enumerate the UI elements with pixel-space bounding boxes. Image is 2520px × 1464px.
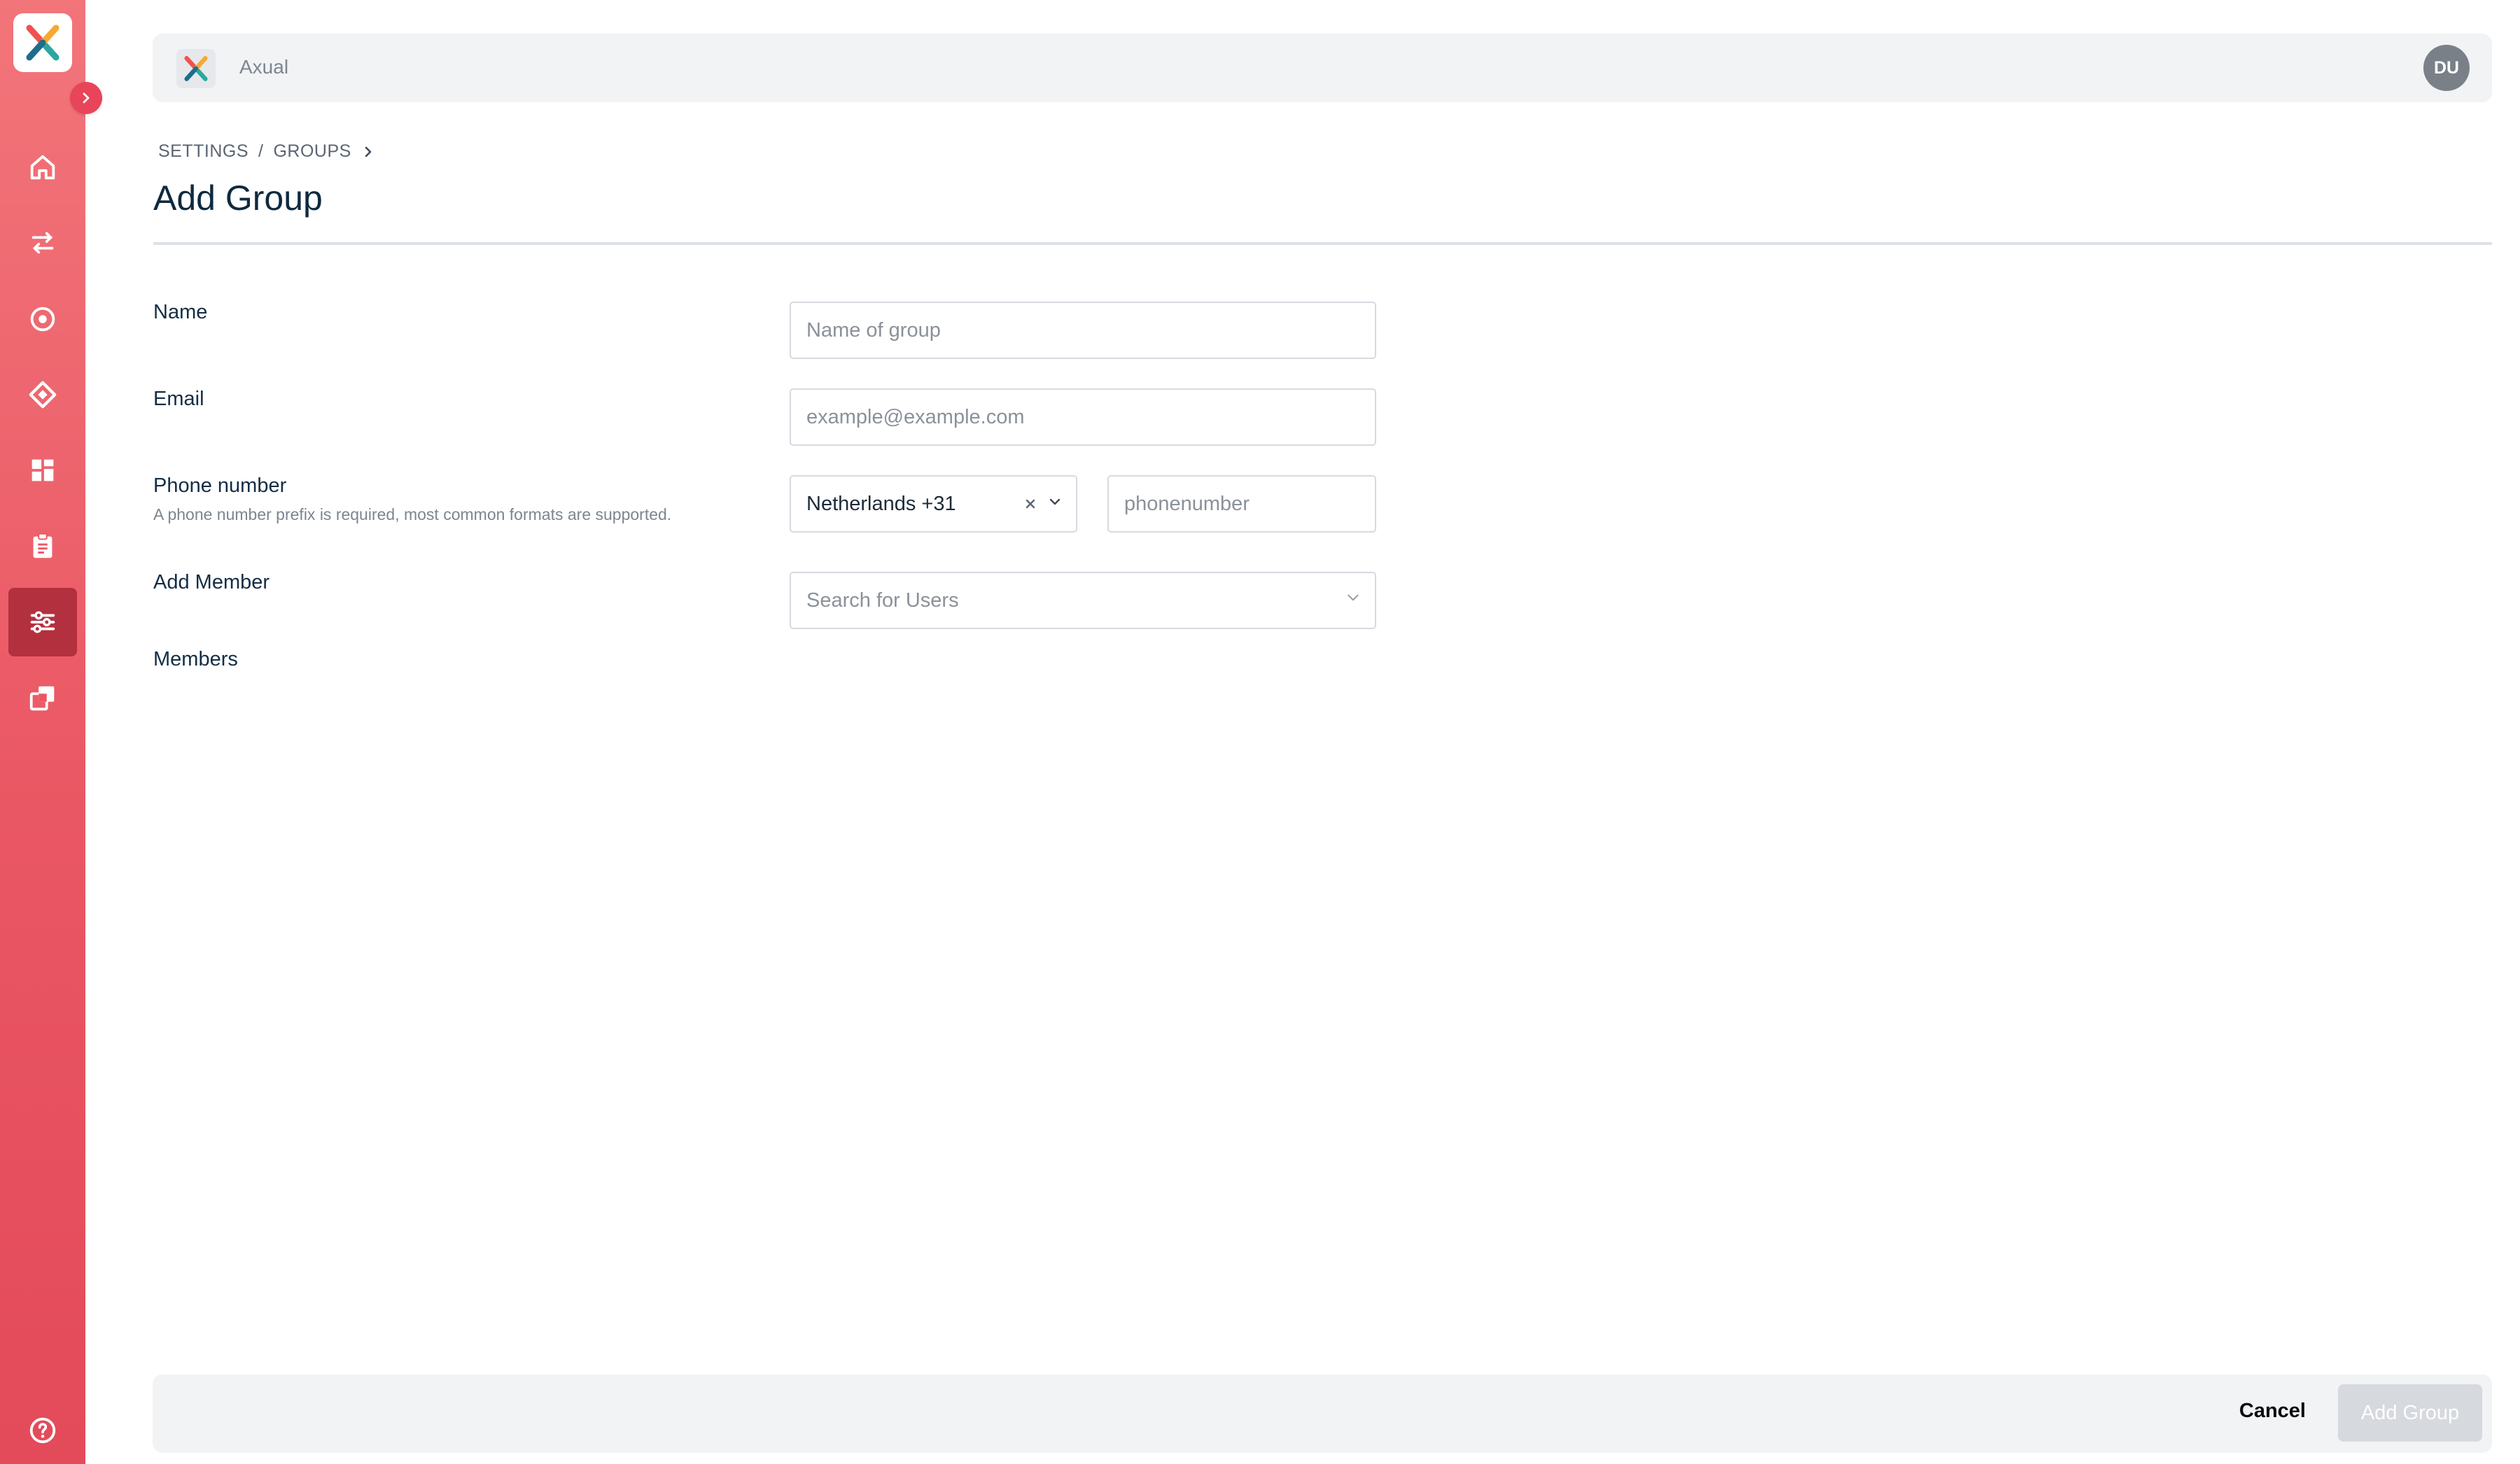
home-icon [30,155,55,180]
breadcrumb: SETTINGS / GROUPS [158,141,374,162]
sidebar-item-streams[interactable] [8,209,77,277]
sidebar [0,0,85,1464]
form-footer: Cancel Add Group [153,1374,2492,1453]
help-button[interactable] [8,1398,77,1463]
brand-name: Axual [239,56,289,78]
sidebar-item-environments[interactable] [8,360,77,429]
sidebar-expand-button[interactable] [70,82,102,114]
brand-logo[interactable] [176,49,216,88]
grid-icon [31,459,54,481]
sidebar-item-approvals[interactable] [8,512,77,580]
top-bar: Axual DU [153,34,2492,102]
sidebar-item-applications[interactable] [8,285,77,353]
phone-help-text: A phone number prefix is required, most … [153,505,672,523]
copy-icon [29,686,55,711]
clear-icon[interactable] [1024,493,1037,516]
breadcrumb-settings[interactable]: SETTINGS [158,141,248,162]
sidebar-item-dashboard[interactable] [8,436,77,505]
name-input-placeholder: Name of group [806,318,941,342]
chevron-right-icon [363,146,374,158]
header-divider [153,242,2492,245]
help-icon [29,1417,56,1444]
sliders-icon [30,611,55,633]
cancel-button[interactable]: Cancel [2239,1400,2306,1423]
phone-number-placeholder: phonenumber [1124,492,1250,515]
chevron-down-icon[interactable] [1344,589,1362,612]
user-avatar[interactable]: DU [2423,45,2470,91]
app-root: Axual DU SETTINGS / GROUPS Add Group Nam… [0,0,2520,1464]
breadcrumb-separator: / [258,141,264,161]
sidebar-item-libraries[interactable] [8,663,77,732]
phone-number-input[interactable]: phonenumber [1107,475,1376,533]
email-label: Email [153,388,204,410]
page-title: Add Group [153,178,323,218]
target-icon [30,307,55,332]
sidebar-item-settings[interactable] [8,588,77,656]
breadcrumb-groups[interactable]: GROUPS [273,141,351,162]
member-search-select[interactable]: Search for Users [790,572,1376,629]
arrows-exchange-icon [31,232,54,254]
axual-logo[interactable] [13,13,72,72]
chevron-down-icon[interactable] [1046,493,1063,516]
country-code-value: Netherlands +31 [806,492,956,515]
country-code-select[interactable]: Netherlands +31 [790,475,1077,533]
chevron-right-icon [83,92,90,104]
email-input-placeholder: example@example.com [806,405,1025,428]
name-label: Name [153,301,208,323]
member-search-placeholder: Search for Users [806,589,959,612]
name-input[interactable]: Name of group [790,302,1376,359]
diamond-icon [29,381,57,409]
axual-brand-icon [184,56,208,81]
phone-label: Phone number [153,474,287,497]
email-input[interactable]: example@example.com [790,388,1376,446]
axual-logo-icon [26,24,59,61]
clipboard-icon [33,533,52,558]
add-group-button[interactable]: Add Group [2338,1384,2482,1442]
add-member-label: Add Member [153,571,270,593]
sidebar-item-home[interactable] [8,133,77,202]
members-label: Members [153,648,238,670]
